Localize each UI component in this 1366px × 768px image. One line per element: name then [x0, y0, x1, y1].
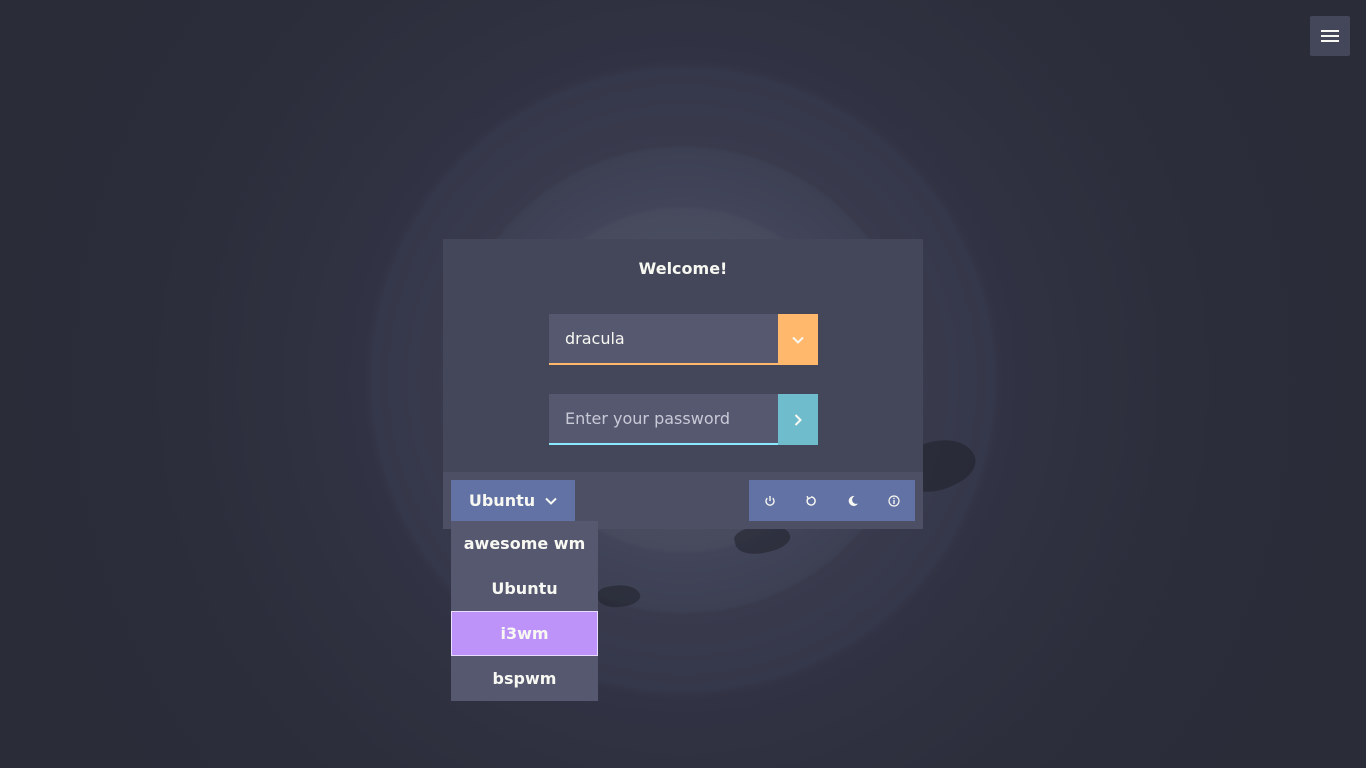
session-option-i3wm[interactable]: i3wm	[451, 611, 598, 656]
power-buttons	[749, 480, 915, 521]
restart-button[interactable]	[791, 480, 833, 521]
chevron-down-icon	[792, 336, 804, 344]
session-option-bspwm[interactable]: bspwm	[451, 656, 598, 701]
session-option-ubuntu[interactable]: Ubuntu	[451, 566, 598, 611]
login-card: Welcome! dracula Enter your password Ubu…	[443, 239, 923, 529]
power-icon	[765, 495, 775, 506]
submit-button[interactable]	[778, 394, 818, 445]
welcome-title: Welcome!	[638, 259, 728, 278]
session-selected-label: Ubuntu	[468, 491, 536, 510]
session-select-button[interactable]: Ubuntu	[451, 480, 575, 521]
chevron-right-icon	[794, 413, 802, 426]
user-dropdown-button[interactable]	[778, 314, 818, 365]
info-button[interactable]	[874, 480, 916, 521]
hamburger-menu-icon	[1321, 30, 1339, 42]
session-dropdown-menu: awesome wm Ubuntu i3wm bspwm	[451, 521, 598, 701]
password-field[interactable]: Enter your password	[549, 394, 778, 445]
password-placeholder: Enter your password	[565, 409, 731, 428]
username-field[interactable]: dracula	[549, 314, 778, 365]
chevron-down-icon	[545, 497, 557, 505]
sleep-button[interactable]	[832, 480, 874, 521]
info-icon	[888, 494, 900, 507]
menu-button[interactable]	[1310, 16, 1350, 56]
username-value: dracula	[565, 329, 625, 348]
session-option-awesome-wm[interactable]: awesome wm	[451, 521, 598, 566]
shutdown-button[interactable]	[749, 480, 791, 521]
sleep-moon-icon	[848, 495, 858, 506]
restart-icon	[806, 495, 817, 506]
